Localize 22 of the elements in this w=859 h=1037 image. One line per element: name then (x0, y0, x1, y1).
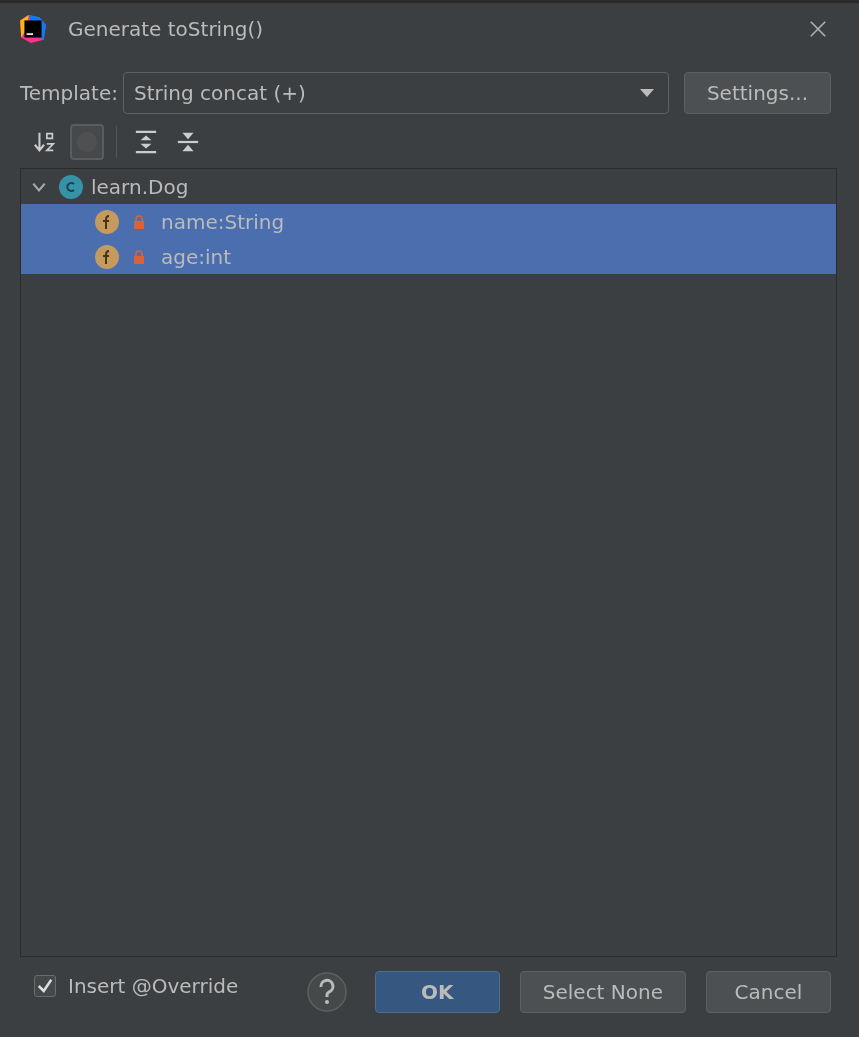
dialog-button[interactable]: Cancel (706, 971, 831, 1013)
dialog-button[interactable]: Select None (519, 971, 686, 1013)
class-icon (59, 174, 83, 199)
caret-icon[interactable] (639, 89, 654, 97)
tree-row[interactable]: name:String (21, 204, 836, 239)
template-dropdown[interactable]: String concat (+) (123, 72, 669, 114)
lock-icon (133, 214, 145, 229)
settings-button[interactable]: Settings... (683, 72, 831, 114)
circle-toggle-icon[interactable] (70, 124, 104, 160)
checkbox-label: Insert @Override (68, 974, 239, 998)
ok-button[interactable]: OK (374, 971, 500, 1013)
close-icon[interactable] (809, 20, 827, 38)
tree-row[interactable]: age:int (21, 239, 836, 274)
field-icon (95, 244, 119, 269)
app-logo-icon (18, 14, 48, 44)
window-title: Generate toString() (68, 17, 265, 41)
tree-row[interactable]: learn.Dog (21, 169, 836, 204)
insert-override-checkbox[interactable] (34, 975, 56, 997)
help-icon[interactable] (306, 972, 347, 1012)
field-icon (95, 209, 119, 234)
lock-icon (133, 249, 145, 264)
template-label: Template: (20, 81, 118, 105)
